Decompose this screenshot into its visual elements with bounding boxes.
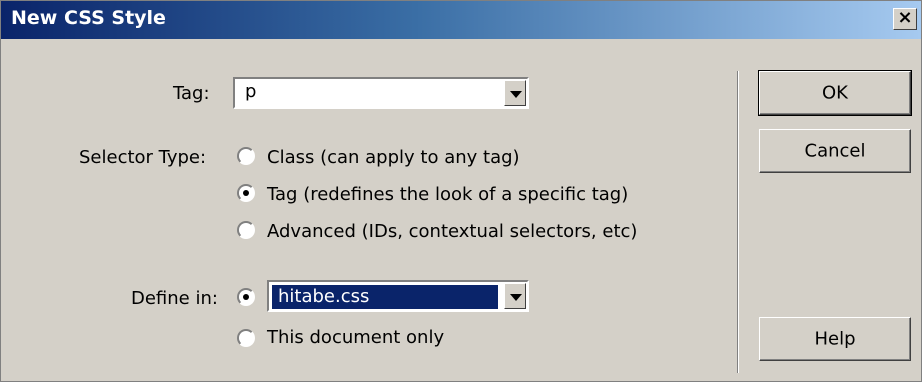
define-in-label: Define in:: [131, 288, 218, 309]
chevron-down-icon[interactable]: [504, 80, 526, 106]
close-button[interactable]: ×: [893, 8, 917, 30]
radio-define-file[interactable]: [237, 288, 255, 306]
cancel-button[interactable]: Cancel: [759, 129, 911, 173]
selector-type-label: Selector Type:: [79, 147, 207, 168]
tag-label: Tag:: [173, 83, 210, 104]
define-in-select-value: hitabe.css: [272, 285, 498, 309]
tag-select-value: p: [245, 81, 257, 102]
radio-tag[interactable]: [237, 184, 255, 202]
radio-class-label[interactable]: Class (can apply to any tag): [267, 147, 520, 168]
define-in-select[interactable]: hitabe.css: [267, 280, 529, 312]
ok-button-label: OK: [822, 82, 848, 104]
help-button-label: Help: [814, 328, 856, 350]
cancel-button-label: Cancel: [804, 140, 866, 162]
radio-document-only[interactable]: [237, 329, 255, 347]
title-bar: New CSS Style ×: [1, 1, 921, 39]
radio-tag-label[interactable]: Tag (redefines the look of a specific ta…: [267, 184, 628, 205]
close-icon: ×: [897, 7, 913, 28]
radio-advanced-label[interactable]: Advanced (IDs, contextual selectors, etc…: [267, 221, 637, 242]
radio-document-only-label[interactable]: This document only: [267, 327, 444, 348]
ok-button[interactable]: OK: [758, 70, 912, 116]
window-title: New CSS Style: [11, 7, 166, 29]
help-button[interactable]: Help: [759, 317, 911, 361]
radio-advanced[interactable]: [237, 221, 255, 239]
vertical-divider: [737, 71, 739, 373]
tag-select[interactable]: p: [233, 77, 529, 109]
radio-class[interactable]: [237, 147, 255, 165]
new-css-style-dialog: New CSS Style × Tag: p Selector Type: Cl…: [0, 0, 922, 382]
chevron-down-icon[interactable]: [504, 283, 526, 309]
